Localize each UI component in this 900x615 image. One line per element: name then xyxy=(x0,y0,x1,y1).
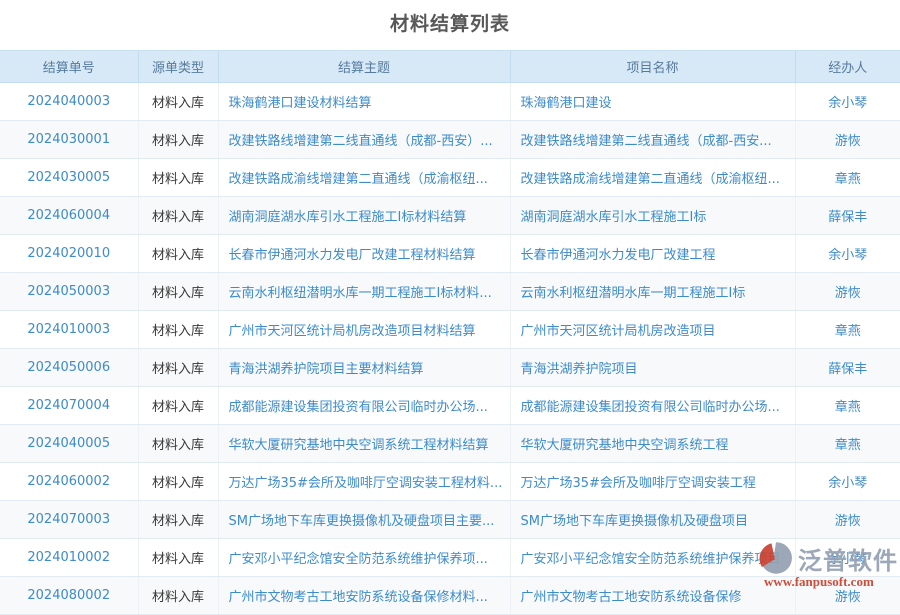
settlement-subject-link[interactable]: 广州市天河区统计局机房改造项目材料结算 xyxy=(229,324,476,339)
handler-text: 章燕 xyxy=(835,324,861,339)
settlement-subject-link[interactable]: 珠海鹤港口建设材料结算 xyxy=(229,96,372,111)
table-row: 2024020010 材料入库 长春市伊通河水力发电厂改建工程材料结算 长春市伊… xyxy=(0,235,900,273)
settlement-no-link[interactable]: 2024080002 xyxy=(27,588,110,603)
handler-text: 游恢 xyxy=(835,134,861,149)
project-name-link[interactable]: 广安邓小平纪念馆安全防范系统维护保养项目 xyxy=(521,552,781,567)
handler-text: 章燕 xyxy=(835,400,861,415)
source-type-text: 材料入库 xyxy=(152,362,204,377)
project-name-link[interactable]: 青海洪湖养护院项目 xyxy=(521,362,638,377)
handler-text: 余小琴 xyxy=(828,476,867,491)
handler-text: 薛保丰 xyxy=(828,362,867,377)
settlement-no-link[interactable]: 2024030005 xyxy=(27,170,110,185)
page-title: 材料结算列表 xyxy=(0,0,900,50)
settlement-no-link[interactable]: 2024060002 xyxy=(27,474,110,489)
settlement-subject-link[interactable]: 青海洪湖养护院项目主要材料结算 xyxy=(229,362,424,377)
handler-text: 章燕 xyxy=(835,438,861,453)
table-row: 2024070003 材料入库 SM广场地下车库更换摄像机及硬盘项目主要... … xyxy=(0,501,900,539)
settlement-no-link[interactable]: 2024050003 xyxy=(27,284,110,299)
settlement-no-link[interactable]: 2024010003 xyxy=(27,322,110,337)
project-name-link[interactable]: 长春市伊通河水力发电厂改建工程 xyxy=(521,248,716,263)
handler-text: 余小琴 xyxy=(828,96,867,111)
column-header-project: 项目名称 xyxy=(510,51,795,83)
table-row: 2024060004 材料入库 湖南洞庭湖水库引水工程施工I标材料结算 湖南洞庭… xyxy=(0,197,900,235)
settlement-subject-link[interactable]: 万达广场35#会所及咖啡厅空调安装工程材料... xyxy=(229,476,503,491)
table-row: 2024050006 材料入库 青海洪湖养护院项目主要材料结算 青海洪湖养护院项… xyxy=(0,349,900,387)
project-name-link[interactable]: 广州市天河区统计局机房改造项目 xyxy=(521,324,716,339)
source-type-text: 材料入库 xyxy=(152,400,204,415)
settlement-subject-link[interactable]: 华软大厦研究基地中央空调系统工程材料结算 xyxy=(229,438,489,453)
handler-text: 章燕 xyxy=(835,172,861,187)
project-name-link[interactable]: 云南水利枢纽潜明水库一期工程施工I标 xyxy=(521,286,746,301)
table-row: 2024060002 材料入库 万达广场35#会所及咖啡厅空调安装工程材料...… xyxy=(0,463,900,501)
settlement-subject-link[interactable]: 改建铁路线增建第二线直通线（成都-西安）... xyxy=(229,134,493,149)
source-type-text: 材料入库 xyxy=(152,172,204,187)
settlement-no-link[interactable]: 2024020010 xyxy=(27,246,110,261)
table-row: 2024030005 材料入库 改建铁路成渝线增建第二直通线（成渝枢纽... 改… xyxy=(0,159,900,197)
settlement-subject-link[interactable]: 改建铁路成渝线增建第二直通线（成渝枢纽... xyxy=(229,172,488,187)
handler-text: 余小琴 xyxy=(828,552,867,567)
column-header-subject: 结算主题 xyxy=(218,51,510,83)
settlement-subject-link[interactable]: 广州市文物考古工地安防系统设备保修材料... xyxy=(229,590,488,605)
project-name-link[interactable]: 广州市文物考古工地安防系统设备保修 xyxy=(521,590,742,605)
settlement-subject-link[interactable]: 湖南洞庭湖水库引水工程施工I标材料结算 xyxy=(229,210,467,225)
settlement-no-link[interactable]: 2024070004 xyxy=(27,398,110,413)
source-type-text: 材料入库 xyxy=(152,438,204,453)
source-type-text: 材料入库 xyxy=(152,324,204,339)
project-name-link[interactable]: 华软大厦研究基地中央空调系统工程 xyxy=(521,438,729,453)
source-type-text: 材料入库 xyxy=(152,248,204,263)
handler-text: 游恢 xyxy=(835,514,861,529)
table-row: 2024070004 材料入库 成都能源建设集团投资有限公司临时办公场... 成… xyxy=(0,387,900,425)
settlement-no-link[interactable]: 2024040003 xyxy=(27,94,110,109)
table-row: 2024080002 材料入库 广州市文物考古工地安防系统设备保修材料... 广… xyxy=(0,577,900,615)
settlement-no-link[interactable]: 2024040005 xyxy=(27,436,110,451)
settlement-no-link[interactable]: 2024070003 xyxy=(27,512,110,527)
column-header-source-type: 源单类型 xyxy=(138,51,218,83)
handler-text: 游恢 xyxy=(835,286,861,301)
column-header-handler: 经办人 xyxy=(795,51,900,83)
column-header-settlement-no: 结算单号 xyxy=(0,51,138,83)
settlement-subject-link[interactable]: 成都能源建设集团投资有限公司临时办公场... xyxy=(229,400,488,415)
source-type-text: 材料入库 xyxy=(152,552,204,567)
project-name-link[interactable]: 成都能源建设集团投资有限公司临时办公场... xyxy=(521,400,780,415)
settlement-subject-link[interactable]: 云南水利枢纽潜明水库一期工程施工I标材料... xyxy=(229,286,492,301)
source-type-text: 材料入库 xyxy=(152,96,204,111)
project-name-link[interactable]: 湖南洞庭湖水库引水工程施工I标 xyxy=(521,210,707,225)
table-row: 2024030001 材料入库 改建铁路线增建第二线直通线（成都-西安）... … xyxy=(0,121,900,159)
handler-text: 薛保丰 xyxy=(828,210,867,225)
settlement-no-link[interactable]: 2024060004 xyxy=(27,208,110,223)
source-type-text: 材料入库 xyxy=(152,210,204,225)
project-name-link[interactable]: 改建铁路成渝线增建第二直通线（成渝枢纽... xyxy=(521,172,780,187)
material-settlement-table: 结算单号 源单类型 结算主题 项目名称 经办人 2024040003 材料入库 … xyxy=(0,50,900,615)
handler-text: 余小琴 xyxy=(828,248,867,263)
project-name-link[interactable]: 珠海鹤港口建设 xyxy=(521,96,612,111)
source-type-text: 材料入库 xyxy=(152,134,204,149)
project-name-link[interactable]: SM广场地下车库更换摄像机及硬盘项目 xyxy=(521,514,748,529)
table-row: 2024010002 材料入库 广安邓小平纪念馆安全防范系统维护保养项... 广… xyxy=(0,539,900,577)
table-row: 2024040003 材料入库 珠海鹤港口建设材料结算 珠海鹤港口建设 余小琴 xyxy=(0,83,900,121)
handler-text: 游恢 xyxy=(835,590,861,605)
table-row: 2024040005 材料入库 华软大厦研究基地中央空调系统工程材料结算 华软大… xyxy=(0,425,900,463)
project-name-link[interactable]: 改建铁路线增建第二线直通线（成都-西安... xyxy=(521,134,772,149)
source-type-text: 材料入库 xyxy=(152,590,204,605)
table-header-row: 结算单号 源单类型 结算主题 项目名称 经办人 xyxy=(0,51,900,83)
settlement-subject-link[interactable]: 广安邓小平纪念馆安全防范系统维护保养项... xyxy=(229,552,488,567)
table-row: 2024010003 材料入库 广州市天河区统计局机房改造项目材料结算 广州市天… xyxy=(0,311,900,349)
project-name-link[interactable]: 万达广场35#会所及咖啡厅空调安装工程 xyxy=(521,476,756,491)
settlement-no-link[interactable]: 2024050006 xyxy=(27,360,110,375)
settlement-no-link[interactable]: 2024010002 xyxy=(27,550,110,565)
settlement-subject-link[interactable]: 长春市伊通河水力发电厂改建工程材料结算 xyxy=(229,248,476,263)
table-row: 2024050003 材料入库 云南水利枢纽潜明水库一期工程施工I标材料... … xyxy=(0,273,900,311)
settlement-subject-link[interactable]: SM广场地下车库更换摄像机及硬盘项目主要... xyxy=(229,514,495,529)
source-type-text: 材料入库 xyxy=(152,514,204,529)
source-type-text: 材料入库 xyxy=(152,476,204,491)
settlement-no-link[interactable]: 2024030001 xyxy=(27,132,110,147)
source-type-text: 材料入库 xyxy=(152,286,204,301)
